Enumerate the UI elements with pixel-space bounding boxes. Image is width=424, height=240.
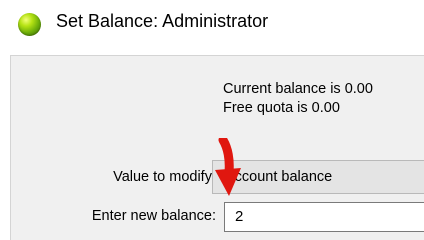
free-quota-text: Free quota is 0.00 [223,100,340,116]
new-balance-input[interactable] [235,208,415,225]
balance-info: Current balance is 0.00 Free quota is 0.… [223,80,373,118]
green-status-orb-icon [18,13,41,36]
window-title-bar: Set Balance: Administrator [0,0,424,46]
window-title: Set Balance: Administrator [56,11,269,31]
red-arrow-icon [215,138,241,196]
new-balance-label: Enter new balance: [91,208,216,224]
current-balance-text: Current balance is 0.00 [223,81,373,97]
new-balance-field[interactable] [224,202,424,232]
value-to-modify-label: Value to modify: [113,169,216,185]
